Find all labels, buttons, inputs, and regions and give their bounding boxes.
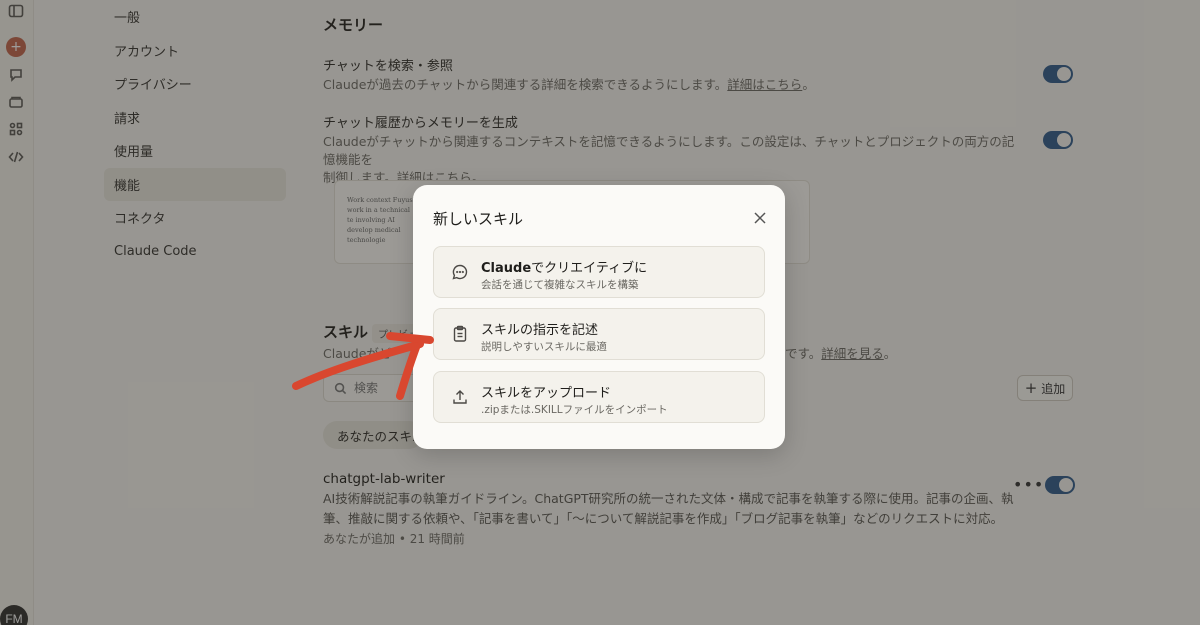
app-window: + FM 一般 アカウント プライバシー 請求 使用量 機能 コネクタ Clau… [0, 0, 1200, 625]
option-title: スキルをアップロード [481, 382, 611, 401]
new-skill-modal: 新しいスキル Claudeでクリエイティブに 会話を通じて複雑なスキルを構築 ス… [413, 185, 785, 449]
option-subtitle: .zipまたは.SKILLファイルをインポート [481, 404, 668, 416]
create-with-claude-option[interactable]: Claudeでクリエイティブに 会話を通じて複雑なスキルを構築 [433, 246, 765, 298]
option-subtitle: 説明しやすいスキルに最適 [481, 341, 607, 353]
write-instructions-option[interactable]: スキルの指示を記述 説明しやすいスキルに最適 [433, 308, 765, 360]
option-title-rest: スキルの指示を記述 [481, 323, 599, 338]
option-title-rest: スキルをアップロード [481, 386, 612, 401]
close-icon[interactable] [753, 211, 767, 225]
option-title-bold: Claude [481, 261, 532, 276]
upload-icon [451, 388, 469, 406]
option-subtitle: 会話を通じて複雑なスキルを構築 [481, 279, 639, 291]
clipboard-icon [451, 325, 469, 343]
option-title-rest: でクリエイティブに [531, 261, 648, 276]
option-title: Claudeでクリエイティブに [481, 257, 647, 276]
modal-title: 新しいスキル [433, 210, 524, 228]
chat-bubble-icon [451, 263, 469, 281]
upload-skill-option[interactable]: スキルをアップロード .zipまたは.SKILLファイルをインポート [433, 371, 765, 423]
option-title: スキルの指示を記述 [481, 319, 598, 338]
